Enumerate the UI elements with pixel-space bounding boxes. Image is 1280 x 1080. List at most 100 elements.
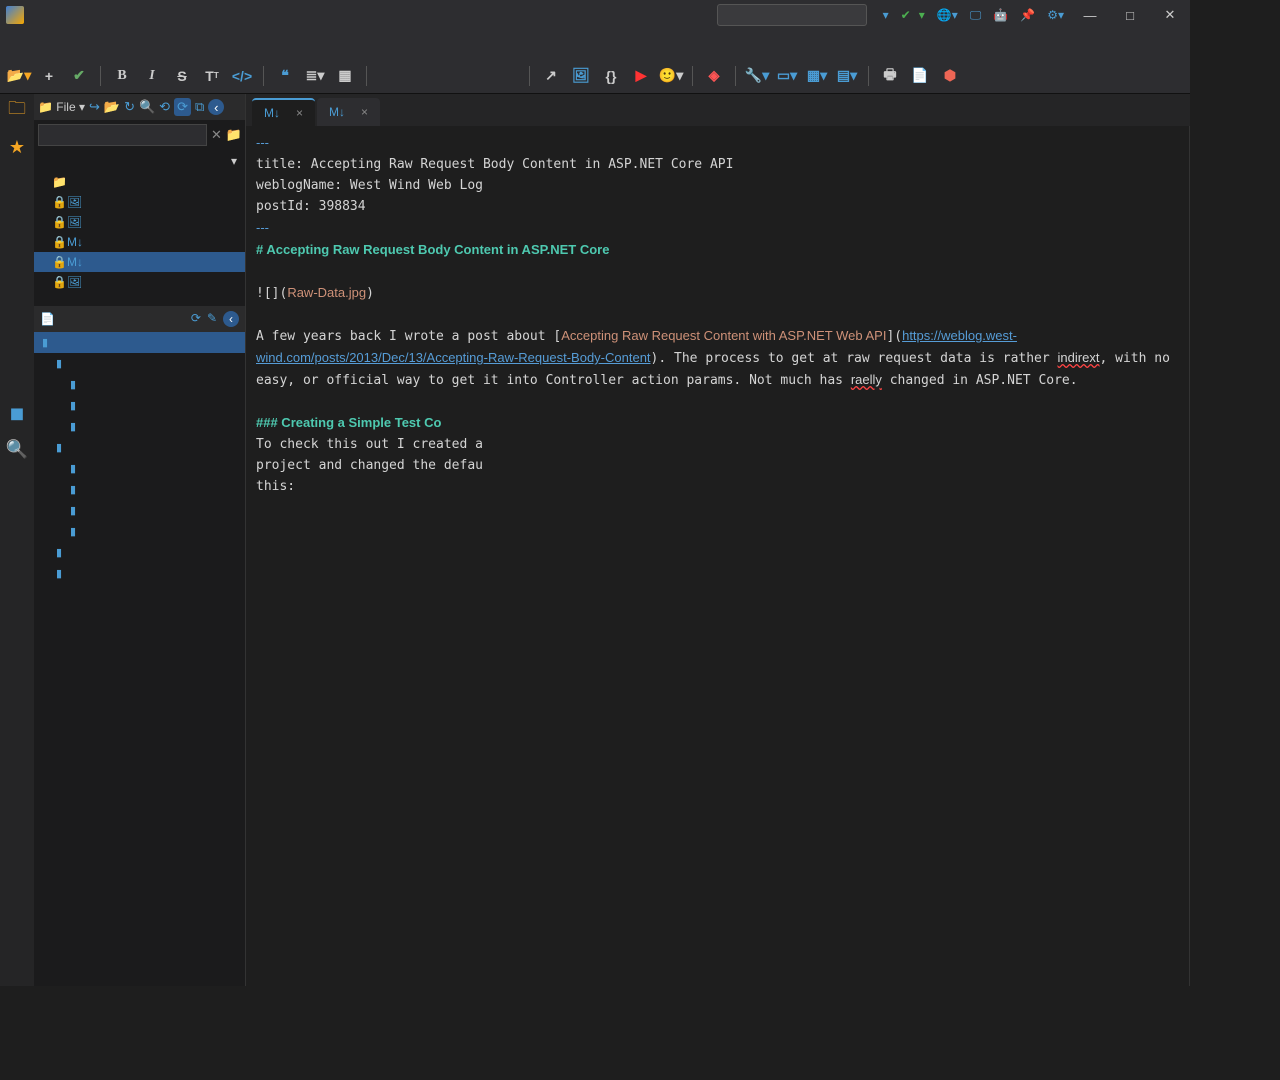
menu-help[interactable]	[138, 40, 158, 48]
editor-area[interactable]: --- title: Accepting Raw Request Body Co…	[246, 126, 1190, 986]
italic-button[interactable]: I	[139, 63, 165, 89]
tab[interactable]: M↓×	[252, 98, 315, 126]
list-item[interactable]: 🔒M↓	[34, 252, 245, 272]
folder-open-icon[interactable]: 📂	[104, 99, 120, 115]
h2-button[interactable]	[405, 63, 431, 89]
spellcheck-lang[interactable]: ✔ ▾	[895, 8, 931, 22]
tab[interactable]: M↓×	[317, 98, 380, 126]
monitor-icon[interactable]: 🖵	[964, 8, 988, 23]
close-button[interactable]: ✕	[1150, 0, 1190, 30]
pdf-button[interactable]: 📄	[907, 63, 933, 89]
find-icon[interactable]: 🔍	[139, 99, 155, 115]
git-button[interactable]: ◈	[701, 63, 727, 89]
h1-button[interactable]	[375, 63, 401, 89]
new-button[interactable]: +	[36, 63, 62, 89]
outline-item[interactable]: ▮	[34, 521, 245, 542]
h4-button[interactable]	[465, 63, 491, 89]
maximize-button[interactable]: □	[1110, 0, 1150, 30]
h5-button[interactable]	[495, 63, 521, 89]
bold-button[interactable]: B	[109, 63, 135, 89]
textsize-button[interactable]: TT	[199, 63, 225, 89]
sidebar: 📁 File ▾ ↪ 📂 ↻ 🔍 ⟲ ⟳ ⧉ ‹ ✕ 📁 ▾ 📁 🔒🖼 🔒🖼 🔒…	[34, 94, 246, 986]
list-item[interactable]: 🔒🖼	[34, 192, 245, 212]
tab-close-icon[interactable]: ×	[296, 106, 303, 120]
folder-icon[interactable]: 📁	[226, 127, 242, 143]
outline-item[interactable]: ▮	[34, 332, 245, 353]
outline: ▮ ▮ ▮ ▮ ▮ ▮ ▮ ▮ ▮ ▮ ▮ ▮	[34, 332, 245, 986]
outline-item[interactable]: ▮	[34, 479, 245, 500]
back-icon[interactable]: ‹	[208, 99, 224, 115]
outline-item[interactable]: ▮	[34, 500, 245, 521]
copy-icon[interactable]: ⧉	[195, 99, 204, 115]
outline-item[interactable]: ▮	[34, 458, 245, 479]
settings-icon[interactable]: ⚙▾	[1041, 8, 1070, 22]
refresh-icon[interactable]: ↻	[124, 99, 135, 115]
link-button[interactable]: ↗	[538, 63, 564, 89]
code-button[interactable]: </>	[229, 63, 255, 89]
menu-edit[interactable]	[28, 40, 48, 48]
globe-icon[interactable]: 🌐▾	[931, 8, 964, 22]
outline-back-icon[interactable]: ‹	[223, 311, 239, 327]
list-button[interactable]: ≣▾	[302, 63, 328, 89]
tool2-button[interactable]: ▭▾	[774, 63, 800, 89]
list-item[interactable]: 🔒🖼	[34, 212, 245, 232]
brackets-button[interactable]: {}	[598, 63, 624, 89]
bookmark-icon[interactable]: ◼	[6, 402, 28, 424]
html-button[interactable]: ⬢	[937, 63, 963, 89]
outline-refresh-icon[interactable]: ⟳	[191, 311, 201, 327]
global-search[interactable]	[717, 4, 867, 26]
menubar	[0, 30, 1190, 58]
image-button[interactable]: 🖼	[568, 63, 594, 89]
h3-button[interactable]	[435, 63, 461, 89]
pin-icon[interactable]: 📌	[1014, 8, 1041, 22]
outline-edit-icon[interactable]: ✎	[207, 311, 217, 327]
outline-header: 📄 ⟳ ✎ ‹	[34, 306, 245, 332]
outline-item[interactable]: ▮	[34, 542, 245, 563]
outline-item[interactable]: ▮	[34, 437, 245, 458]
app-logo	[6, 6, 24, 24]
file-search-input[interactable]	[38, 124, 207, 146]
strike-button[interactable]: S	[169, 63, 195, 89]
toolbar: 📂▾ + ✔ B I S TT </> ❝ ≣▾ ▦ ↗ 🖼 {} ▶ 🙂▾ ◈…	[0, 58, 1190, 94]
rss-button[interactable]: ▤▾	[834, 63, 860, 89]
outline-item[interactable]: ▮	[34, 395, 245, 416]
editor-tabs: M↓× M↓×	[246, 94, 1190, 126]
table-button[interactable]: ▦	[332, 63, 358, 89]
outline-item[interactable]: ▮	[34, 563, 245, 584]
current-path[interactable]: ▾	[34, 150, 245, 172]
menu-window[interactable]	[116, 40, 136, 48]
clear-search-icon[interactable]: ✕	[211, 127, 222, 143]
file-label: 📁 File ▾	[38, 100, 85, 114]
youtube-button[interactable]: ▶	[628, 63, 654, 89]
quote-button[interactable]: ❝	[272, 63, 298, 89]
emoji-button[interactable]: 🙂▾	[658, 63, 684, 89]
save-button[interactable]: ✔	[66, 63, 92, 89]
minimize-button[interactable]: —	[1070, 0, 1110, 30]
folder-icon[interactable]: 🗀	[6, 100, 28, 122]
list-item[interactable]: 📁	[34, 172, 245, 192]
nav-icon[interactable]: ↪	[89, 99, 100, 115]
list-item[interactable]: 🔒M↓	[34, 232, 245, 252]
menu-tools[interactable]	[72, 40, 92, 48]
list-item[interactable]: 🔒🖼	[34, 272, 245, 292]
menu-view[interactable]	[94, 40, 114, 48]
sync1-icon[interactable]: ⟲	[159, 99, 170, 115]
outline-item[interactable]: ▮	[34, 353, 245, 374]
tool1-button[interactable]: 🔧▾	[744, 63, 770, 89]
outline-item[interactable]: ▮	[34, 374, 245, 395]
menu-file[interactable]	[6, 40, 26, 48]
sync2-icon[interactable]: ⟳	[174, 98, 191, 116]
menu-weblog[interactable]	[50, 40, 70, 48]
robot-icon[interactable]: 🤖	[987, 8, 1014, 22]
tool3-button[interactable]: ▦▾	[804, 63, 830, 89]
tab-close-icon[interactable]: ×	[361, 105, 368, 119]
doc-icon: 📄	[40, 312, 55, 326]
outline-item[interactable]: ▮	[34, 416, 245, 437]
theme-selector[interactable]: ▾	[873, 8, 895, 22]
star-icon[interactable]: ★	[6, 136, 28, 158]
file-toolbar: 📁 File ▾ ↪ 📂 ↻ 🔍 ⟲ ⟳ ⧉ ‹	[34, 94, 245, 120]
titlebar: ▾ ✔ ▾ 🌐▾ 🖵 🤖 📌 ⚙▾ — □ ✕	[0, 0, 1190, 30]
open-button[interactable]: 📂▾	[6, 63, 32, 89]
print-button[interactable]: 🖶	[877, 63, 903, 89]
search-icon[interactable]: 🔍	[6, 438, 28, 460]
